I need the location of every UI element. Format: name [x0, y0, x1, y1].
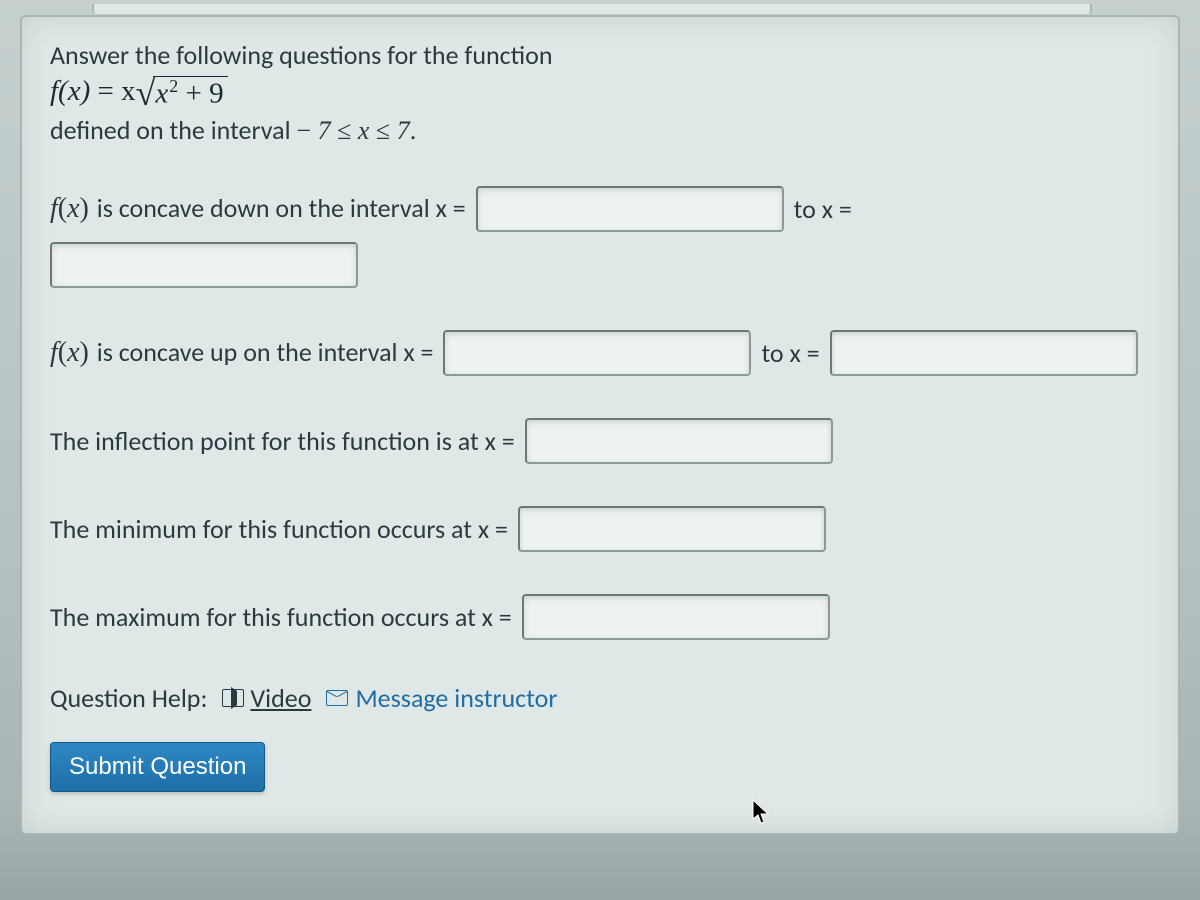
minimum-input[interactable]: [518, 506, 826, 552]
concave-down-to-input[interactable]: [50, 242, 358, 288]
maximum-input[interactable]: [522, 594, 830, 640]
maximum-row: The maximum for this function occurs at …: [50, 594, 1150, 640]
question-card: Answer the following questions for the f…: [20, 15, 1180, 835]
concave-down-label: is concave down on the interval x =: [91, 192, 466, 224]
fx-symbol: f(x): [50, 75, 90, 107]
to-label: to x =: [794, 193, 852, 225]
sqrt-expression: √x2 + 9: [136, 76, 228, 111]
radical-symbol: √: [136, 81, 156, 106]
submit-button[interactable]: Submit Question: [50, 742, 265, 792]
maximum-label: The maximum for this function occurs at …: [50, 601, 512, 633]
mouse-cursor-icon: [752, 799, 770, 825]
card-tab-decor: [92, 4, 1092, 14]
minimum-label: The minimum for this function occurs at …: [50, 513, 508, 545]
fx-symbol: f(x): [50, 337, 89, 368]
minimum-row: The minimum for this function occurs at …: [50, 506, 1150, 552]
inflection-label: The inflection point for this function i…: [50, 425, 515, 457]
concave-up-from-input[interactable]: [443, 330, 751, 376]
intro-text: Answer the following questions for the f…: [50, 39, 1150, 71]
radicand: x2 + 9: [153, 76, 227, 111]
equals-sign: = x: [90, 75, 135, 107]
screen-frame: Answer the following questions for the f…: [0, 0, 1200, 900]
video-link[interactable]: Video: [222, 682, 311, 714]
video-icon: [222, 689, 244, 707]
concave-down-row: f(x) is concave down on the interval x =…: [50, 186, 1150, 288]
question-help-row: Question Help: Video Message instructor: [50, 682, 1150, 714]
inflection-input[interactable]: [525, 418, 833, 464]
to-label: to x =: [761, 337, 819, 369]
message-link-label: Message instructor: [355, 682, 557, 714]
video-link-label: Video: [250, 682, 311, 714]
fx-symbol: f(x): [50, 193, 89, 224]
mail-icon: [326, 690, 348, 706]
message-instructor-link[interactable]: Message instructor: [326, 682, 557, 714]
concave-up-row: f(x) is concave up on the interval x = t…: [50, 330, 1150, 376]
help-label: Question Help:: [50, 682, 207, 714]
formula: f(x) = x√x2 + 9: [50, 75, 1150, 111]
inflection-row: The inflection point for this function i…: [50, 418, 1150, 464]
concave-up-to-input[interactable]: [830, 330, 1138, 376]
interval-text: defined on the interval − 7 ≤ x ≤ 7.: [50, 114, 1150, 146]
concave-up-label: is concave up on the interval x =: [91, 336, 434, 368]
concave-down-from-input[interactable]: [476, 186, 784, 232]
